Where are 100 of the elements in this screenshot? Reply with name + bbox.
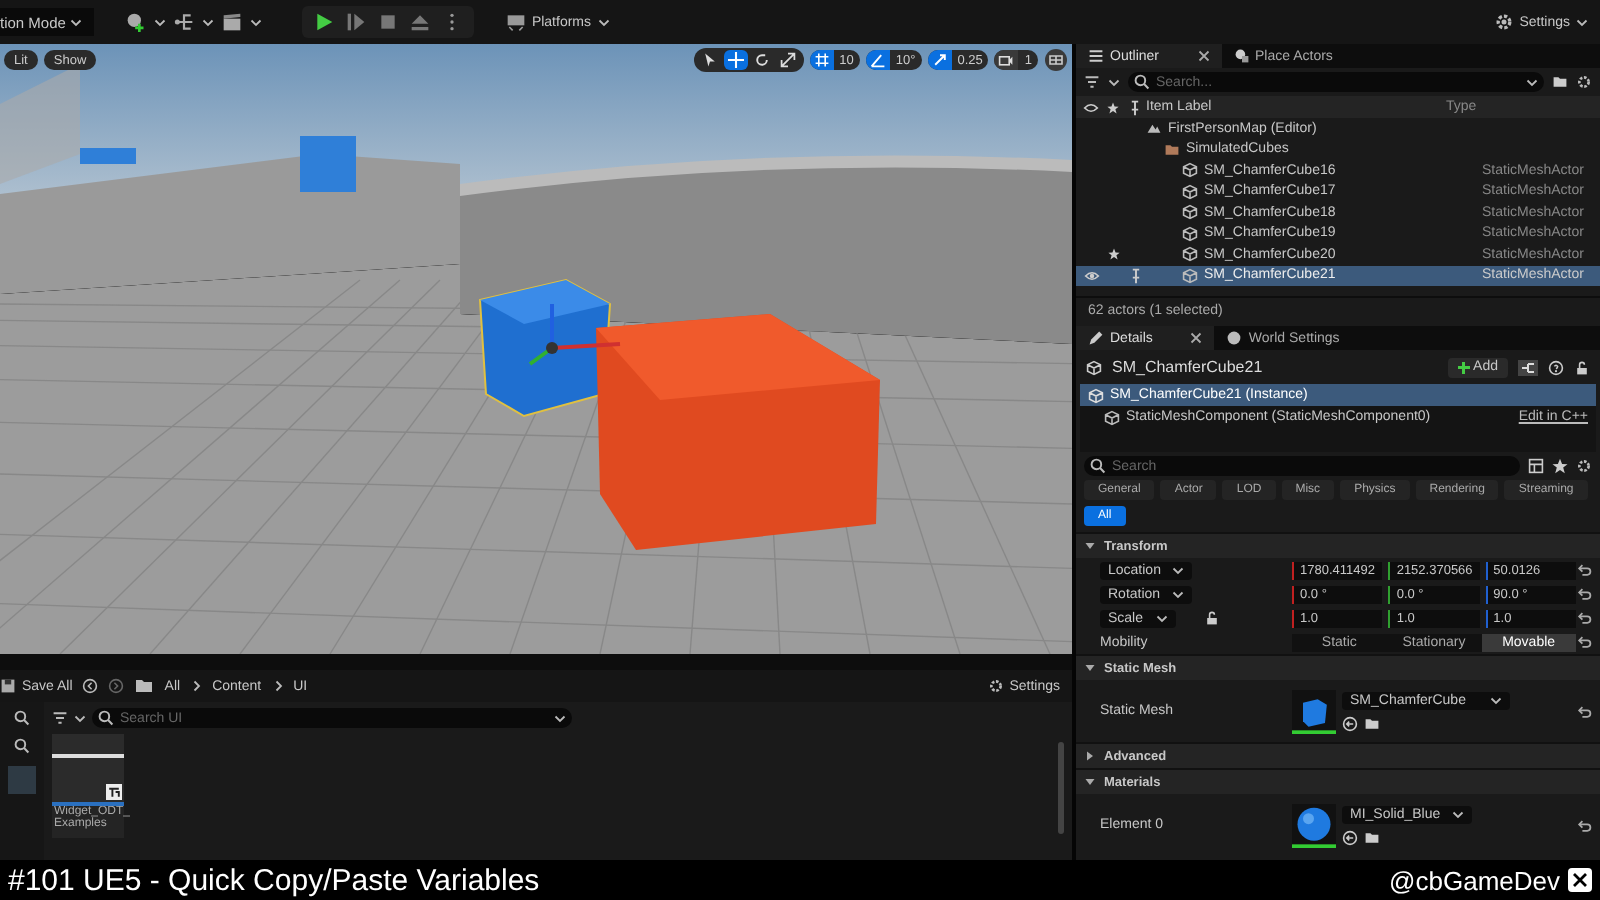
eye-icon — [1080, 99, 1102, 115]
scale-snap-icon — [931, 52, 948, 68]
reset-arrow-icon[interactable] — [1576, 586, 1592, 602]
folder-icon — [1164, 141, 1180, 158]
lock-icon[interactable] — [1203, 610, 1220, 626]
caret-icon — [1490, 694, 1502, 706]
reset-arrow-icon[interactable] — [1576, 562, 1592, 578]
mesh-actor-icon — [1182, 246, 1198, 263]
sphere-thumbnail — [1292, 803, 1336, 847]
grid-snap-icon — [813, 52, 830, 68]
globe-icon — [1226, 330, 1243, 346]
caret-icon — [74, 712, 86, 724]
table-icon[interactable] — [1528, 458, 1544, 474]
eye-icon[interactable] — [1083, 267, 1099, 284]
author-handle: @cbGameDev — [1389, 865, 1560, 895]
lock-icon[interactable] — [1574, 359, 1590, 375]
mesh-actor-icon — [1182, 162, 1198, 179]
move-tool-icon — [727, 52, 744, 68]
caret-icon — [69, 16, 82, 28]
shapes-icon — [1233, 48, 1250, 64]
gear-icon — [987, 678, 1004, 694]
gear-icon[interactable] — [1576, 74, 1592, 90]
add-actor-icon[interactable] — [125, 12, 146, 32]
pillar — [0, 64, 80, 184]
caret-icon — [249, 16, 262, 28]
stop-icon[interactable] — [377, 12, 398, 32]
folder-icon — [134, 676, 155, 696]
star-icon[interactable] — [1107, 248, 1119, 261]
collapsed-arrow-icon — [1084, 750, 1096, 762]
camera-snap-icon — [998, 52, 1015, 68]
platforms-icon — [505, 12, 526, 32]
forward-arrow-icon[interactable] — [108, 678, 125, 694]
play-icon[interactable] — [313, 12, 334, 32]
rotate-tool-icon — [753, 52, 770, 68]
eject-icon[interactable] — [409, 12, 430, 32]
expanded-arrow-icon — [1084, 776, 1096, 788]
reset-arrow-icon[interactable] — [1576, 610, 1592, 626]
mesh-actor-icon — [1088, 387, 1104, 403]
video-title: #101 UE5 - Quick Copy/Paste Variables — [8, 863, 540, 897]
caret-icon — [1526, 76, 1538, 88]
expanded-arrow-icon — [1084, 540, 1096, 552]
save-icon — [0, 678, 16, 694]
gear-icon — [1493, 12, 1514, 32]
browse-folder-icon[interactable] — [1364, 829, 1380, 845]
chevron-right-icon — [271, 680, 284, 692]
close-icon[interactable] — [1190, 332, 1203, 344]
mesh-actor-icon — [1104, 409, 1120, 425]
star-icon[interactable] — [1552, 458, 1568, 474]
filter-icon[interactable] — [52, 710, 68, 726]
mesh-actor-icon — [1182, 267, 1198, 284]
list-icon — [1088, 48, 1104, 64]
mesh-actor-icon — [1182, 225, 1198, 242]
reset-arrow-icon[interactable] — [1576, 817, 1592, 833]
layout-icon[interactable] — [1044, 48, 1068, 72]
x-logo-icon — [1568, 868, 1592, 892]
search-icon — [14, 710, 30, 726]
help-icon[interactable] — [1548, 359, 1564, 375]
expanded-arrow-icon — [1084, 662, 1096, 674]
caret-icon — [1108, 76, 1120, 88]
caret-icon — [597, 16, 609, 28]
caret-icon — [1452, 808, 1465, 820]
pin-icon[interactable] — [1127, 267, 1143, 284]
star-icon — [1102, 101, 1124, 113]
clapperboard-icon[interactable] — [221, 12, 242, 32]
reset-arrow-icon[interactable] — [1576, 703, 1592, 719]
gizmo-arrows-icon — [528, 304, 621, 366]
scale-tool-button[interactable] — [775, 50, 800, 70]
widget-thumbnail — [52, 734, 124, 806]
reset-arrow-icon[interactable] — [1576, 634, 1592, 650]
search-icon — [1090, 458, 1106, 474]
mesh-actor-icon — [1182, 183, 1198, 200]
use-selected-icon[interactable] — [1342, 829, 1358, 845]
browse-folder-icon[interactable] — [1364, 715, 1380, 731]
plus-icon — [1457, 361, 1470, 373]
search-icon — [14, 738, 30, 754]
move-tool-button[interactable] — [723, 50, 748, 70]
back-arrow-icon[interactable] — [82, 678, 99, 694]
actor-name: SM_ChamferCube21 — [1112, 358, 1263, 376]
step-icon[interactable] — [345, 12, 366, 32]
close-icon[interactable] — [1197, 50, 1210, 62]
caret-icon — [1576, 16, 1588, 28]
angle-snap-icon — [869, 52, 886, 68]
caret-icon — [554, 712, 566, 724]
use-selected-icon[interactable] — [1342, 715, 1358, 731]
scrollbar[interactable] — [1058, 742, 1064, 834]
caret-icon — [201, 16, 214, 28]
select-tool-icon — [701, 52, 718, 68]
scale-tool-icon — [779, 52, 796, 68]
mesh-actor-icon — [1086, 359, 1102, 375]
search-icon — [98, 710, 114, 726]
map-icon — [1146, 120, 1162, 137]
chevron-right-icon — [190, 680, 203, 692]
pencil-icon — [1088, 330, 1104, 346]
cube-thumbnail — [1292, 689, 1336, 733]
caret-icon — [153, 16, 166, 28]
gear-icon[interactable] — [1576, 458, 1592, 474]
selected-cube — [478, 278, 612, 418]
filter-icon[interactable] — [1084, 74, 1100, 90]
search-icon — [1134, 74, 1150, 90]
mesh-actor-icon — [1182, 204, 1198, 221]
